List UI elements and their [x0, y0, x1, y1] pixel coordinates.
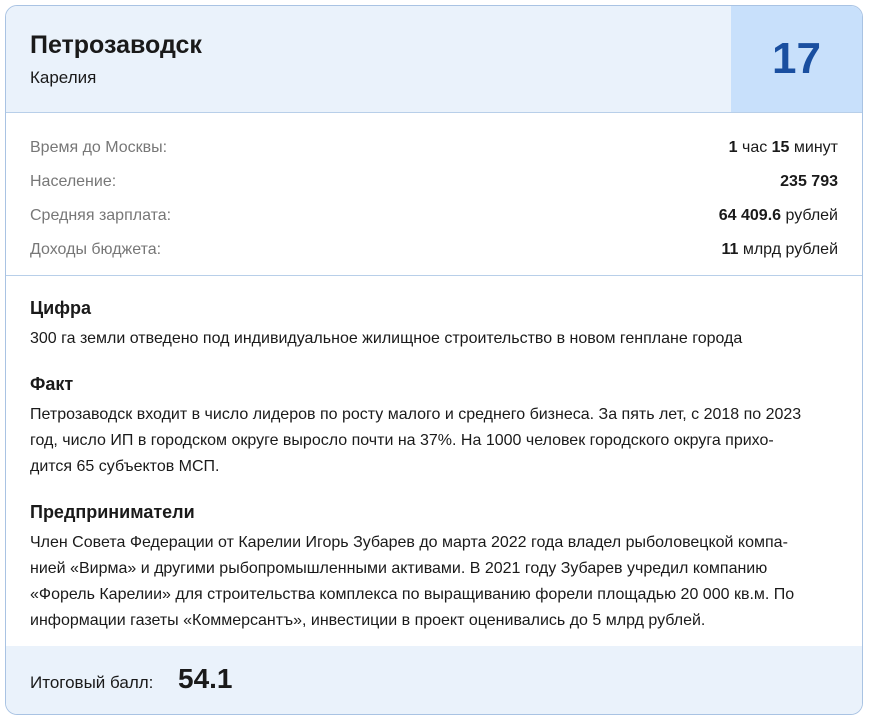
section-fact: Факт Петрозаводск входит в число лидеров… — [30, 374, 838, 480]
stat-label: Население: — [30, 173, 117, 190]
stat-value: 11 млрд рублей — [721, 241, 838, 259]
card-header: Петрозаводск Карелия 17 — [6, 6, 862, 113]
stat-value: 1 час 15 минут — [729, 139, 838, 157]
stat-number: 235 793 — [780, 173, 838, 190]
text-line: Член Совета Федерации от Карелии Игорь З… — [30, 534, 788, 551]
stat-label: Время до Москвы: — [30, 139, 168, 156]
section-text: Член Совета Федерации от Карелии Игорь З… — [30, 530, 838, 634]
stats-table: Время до Москвы: 1 час 15 минут Населени… — [6, 113, 862, 276]
section-title: Факт — [30, 374, 74, 394]
rank-number: 17 — [772, 34, 821, 83]
text-line: Петрозаводск входит в число лидеров по р… — [30, 406, 802, 423]
city-card: Петрозаводск Карелия 17 Время до Москвы:… — [5, 5, 863, 715]
section-text: 300 га земли отведено под индивидуальное… — [30, 330, 743, 347]
region-name: Карелия — [30, 68, 97, 87]
stat-row-salary: Средняя зарплата: 64 409.6 рублей — [6, 200, 862, 234]
stat-unit: минут — [789, 139, 838, 156]
stat-unit: млрд рублей — [738, 241, 838, 258]
stat-label: Доходы бюджета: — [30, 241, 162, 258]
text-line: информации газеты «Коммерсантъ», инвести… — [30, 612, 706, 629]
text-line: «Форель Карелии» для строительства компл… — [30, 586, 795, 603]
stat-row-budget: Доходы бюджета: 11 млрд рублей — [6, 234, 862, 268]
stat-label: Средняя зарплата: — [30, 207, 172, 224]
score-label: Итоговый балл: — [30, 673, 154, 692]
score-value: 54.1 — [178, 663, 233, 694]
score-footer: Итоговый балл: 54.1 — [6, 646, 862, 714]
card-body: Цифра 300 га земли отведено под индивиду… — [6, 276, 862, 634]
text-line: дится 65 субъектов МСП. — [30, 458, 220, 475]
rank-badge: 17 — [731, 6, 862, 112]
stat-number: 1 — [728, 139, 738, 156]
stat-value: 64 409.6 рублей — [719, 207, 838, 225]
city-name: Петрозаводск — [30, 31, 202, 59]
stat-number: 11 — [721, 241, 739, 258]
stat-unit: рублей — [781, 207, 838, 224]
stat-number: 64 409.6 — [718, 207, 782, 224]
section-entrepreneurs: Предприниматели Член Совета Федерации от… — [30, 502, 838, 634]
section-title: Цифра — [30, 298, 91, 318]
stat-number: 15 — [771, 139, 790, 156]
text-line: нией «Вирма» и другими рыбопромышленными… — [30, 560, 768, 577]
stat-unit: час — [737, 139, 772, 156]
text-line: год, число ИП в городском округе выросло… — [30, 432, 774, 449]
stat-row-population: Население: 235 793 — [6, 166, 862, 200]
section-text: Петрозаводск входит в число лидеров по р… — [30, 402, 838, 480]
stat-value: 235 793 — [780, 173, 838, 191]
section-figure: Цифра 300 га земли отведено под индивиду… — [30, 298, 838, 352]
stat-row-travel-time: Время до Москвы: 1 час 15 минут — [6, 132, 862, 166]
section-title: Предприниматели — [30, 502, 195, 522]
